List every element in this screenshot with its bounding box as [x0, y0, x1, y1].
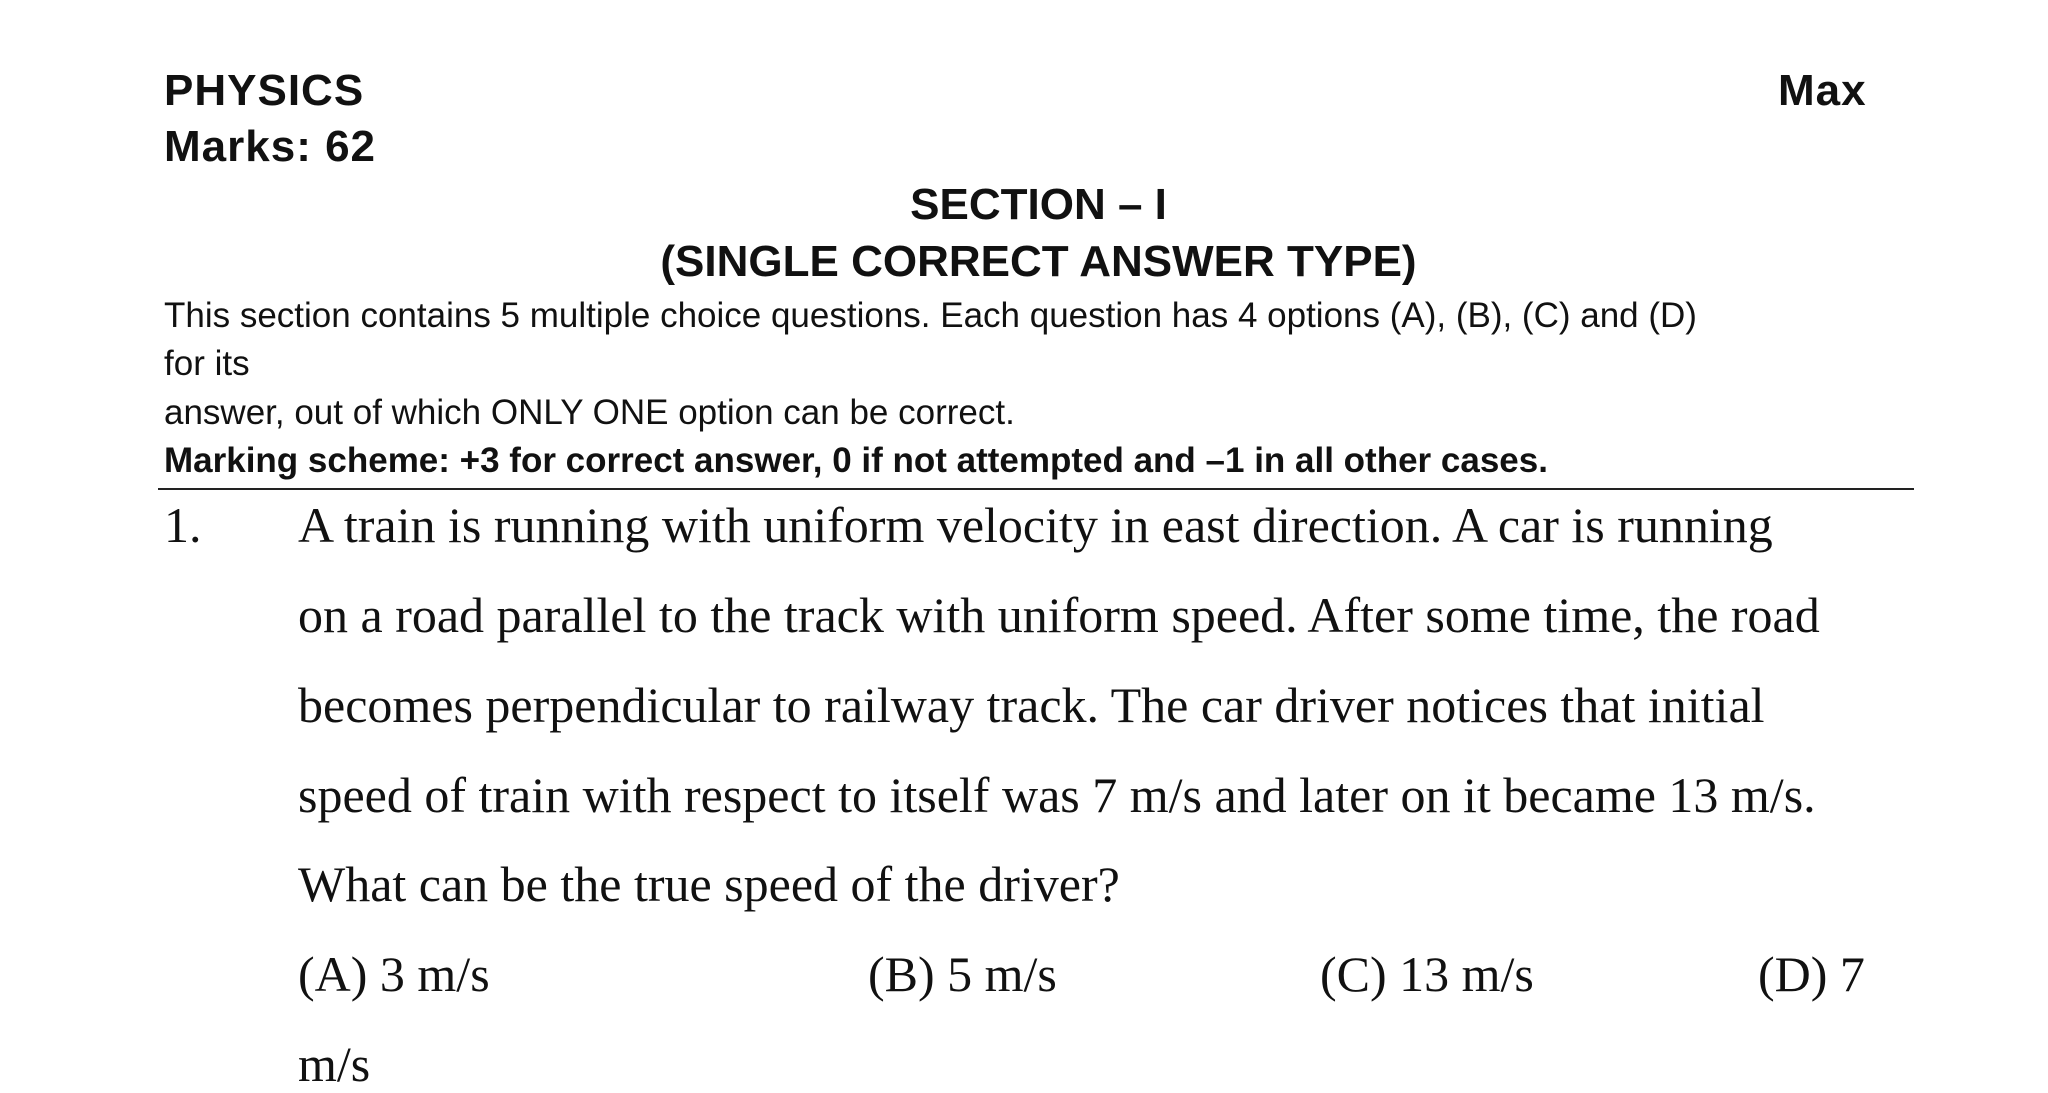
option-d-continued: m/s: [298, 1036, 371, 1092]
section-title: SECTION – I: [910, 180, 1167, 229]
section-divider: [158, 488, 1914, 490]
option-c: (C) 13 m/s: [1320, 946, 1534, 1002]
question-text-line: speed of train with respect to itself wa…: [298, 767, 1816, 823]
section-type: (SINGLE CORRECT ANSWER TYPE): [660, 237, 1417, 286]
question-text-line: becomes perpendicular to railway track. …: [298, 677, 1765, 733]
instruction-line: for its: [164, 344, 250, 383]
question-text-line: on a road parallel to the track with uni…: [298, 587, 1820, 643]
marks-line: Marks: 62: [164, 122, 377, 171]
question-text-line: A train is running with uniform velocity…: [298, 497, 1773, 553]
question-text-line: What can be the true speed of the driver…: [298, 856, 1120, 912]
marking-scheme: Marking scheme: +3 for correct answer, 0…: [164, 441, 1548, 480]
question-number: 1.: [164, 497, 202, 553]
subject-heading: PHYSICS: [164, 66, 365, 115]
option-d: (D) 7: [1758, 946, 1865, 1002]
option-a: (A) 3 m/s: [298, 946, 490, 1002]
option-b: (B) 5 m/s: [868, 946, 1057, 1002]
instruction-line: This section contains 5 multiple choice …: [164, 296, 1697, 335]
max-marks-label: Max: [1778, 66, 1867, 115]
instruction-line: answer, out of which ONLY ONE option can…: [164, 393, 1015, 432]
